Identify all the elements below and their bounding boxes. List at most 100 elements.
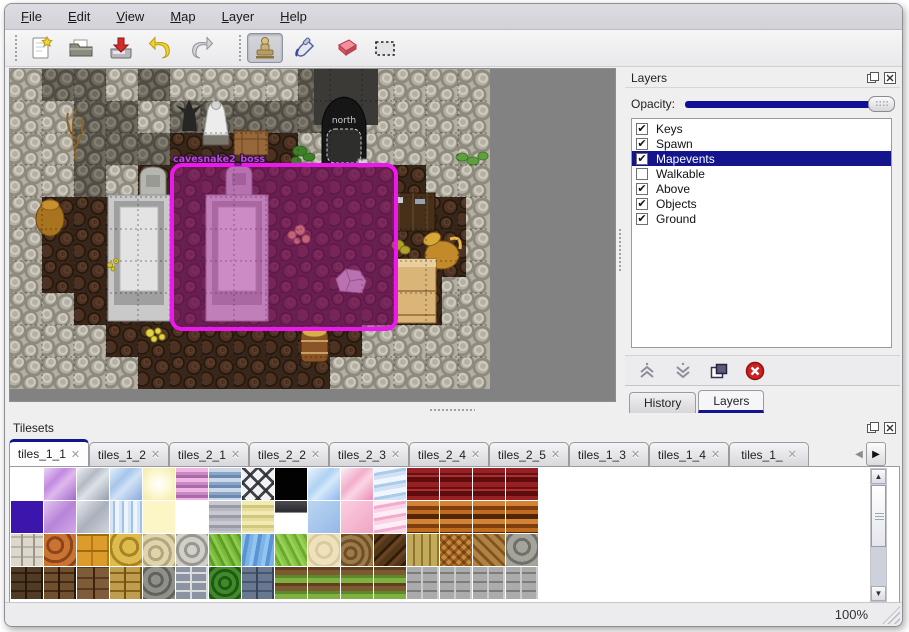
tab-close-icon[interactable]: ✕ — [631, 448, 640, 461]
palette-tile-60[interactable] — [407, 567, 439, 599]
tab-close-icon[interactable]: ✕ — [471, 448, 480, 461]
palette-tile-34[interactable] — [77, 534, 109, 566]
palette-tile-32[interactable] — [11, 534, 43, 566]
tab-close-icon[interactable]: ✕ — [711, 448, 720, 461]
scroll-down-button[interactable]: ▼ — [871, 586, 886, 601]
opacity-slider-track[interactable] — [685, 101, 892, 108]
tileset-tab-tiles_1_2[interactable]: tiles_1_2✕ — [89, 442, 169, 466]
layer-row-ground[interactable]: ✔Ground — [632, 211, 891, 226]
tile-palette[interactable] — [11, 468, 538, 599]
layer-row-above[interactable]: ✔Above — [632, 181, 891, 196]
new-button[interactable] — [23, 33, 59, 63]
palette-tile-23[interactable] — [242, 501, 274, 533]
tileset-tab-tiles_2_2[interactable]: tiles_2_2✕ — [249, 442, 329, 466]
palette-tile-59[interactable] — [374, 567, 406, 599]
palette-tile-13[interactable] — [440, 468, 472, 500]
palette-tile-45[interactable] — [440, 534, 472, 566]
palette-tile-2[interactable] — [77, 468, 109, 500]
palette-tile-40[interactable] — [275, 534, 307, 566]
tileset-tab-tiles_1_3[interactable]: tiles_1_3✕ — [569, 442, 649, 466]
float-panel-icon[interactable] — [866, 71, 879, 84]
palette-tile-6[interactable] — [209, 468, 241, 500]
tab-close-icon[interactable]: ✕ — [551, 448, 560, 461]
vertical-splitter[interactable] — [617, 68, 625, 402]
palette-tile-41[interactable] — [308, 534, 340, 566]
palette-tile-27[interactable] — [374, 501, 406, 533]
palette-tile-46[interactable] — [473, 534, 505, 566]
layer-delete-button[interactable] — [743, 359, 767, 383]
toolbar-drag-handle-2[interactable] — [237, 35, 243, 61]
tab-close-icon[interactable]: ✕ — [151, 448, 160, 461]
menu-help[interactable]: Help — [280, 9, 307, 24]
palette-tile-48[interactable] — [11, 567, 43, 599]
palette-tile-53[interactable] — [176, 567, 208, 599]
palette-tile-38[interactable] — [209, 534, 241, 566]
palette-tile-43[interactable] — [374, 534, 406, 566]
tab-close-icon[interactable]: ✕ — [231, 448, 240, 461]
tileset-tab-tiles_1_1[interactable]: tiles_1_1✕ — [9, 439, 89, 466]
horizontal-splitter-grip[interactable] — [429, 408, 475, 413]
palette-tile-3[interactable] — [110, 468, 142, 500]
palette-tile-56[interactable] — [275, 567, 307, 599]
tileset-tab-tiles_2_1[interactable]: tiles_2_1✕ — [169, 442, 249, 466]
palette-tile-16[interactable] — [11, 501, 43, 533]
tab-close-icon[interactable]: ✕ — [311, 448, 320, 461]
palette-tile-29[interactable] — [440, 501, 472, 533]
palette-tile-39[interactable] — [242, 534, 274, 566]
menu-file[interactable]: File — [21, 9, 42, 24]
palette-tile-11[interactable] — [374, 468, 406, 500]
stamp-button[interactable] — [247, 33, 283, 63]
palette-tile-14[interactable] — [473, 468, 505, 500]
palette-tile-30[interactable] — [473, 501, 505, 533]
palette-tile-24[interactable] — [275, 501, 307, 533]
select-button[interactable] — [367, 33, 403, 63]
close-panel-icon[interactable] — [883, 71, 896, 84]
tab-close-icon[interactable]: ✕ — [788, 448, 797, 461]
palette-tile-15[interactable] — [506, 468, 538, 500]
tab-scroll-left-button[interactable]: ◀ — [852, 443, 866, 465]
palette-tile-52[interactable] — [143, 567, 175, 599]
redo-button[interactable] — [183, 33, 219, 63]
palette-tile-10[interactable] — [341, 468, 373, 500]
palette-tile-35[interactable] — [110, 534, 142, 566]
layer-checkbox-above[interactable]: ✔ — [636, 183, 648, 195]
tileset-tab-tiles_1_4[interactable]: tiles_1_4✕ — [649, 442, 729, 466]
opacity-slider[interactable] — [683, 96, 894, 112]
layer-checkbox-objects[interactable]: ✔ — [636, 198, 648, 210]
palette-tile-44[interactable] — [407, 534, 439, 566]
palette-tile-36[interactable] — [143, 534, 175, 566]
tileset-tab-tiles_2_5[interactable]: tiles_2_5✕ — [489, 442, 569, 466]
tab-layers[interactable]: Layers — [698, 390, 764, 413]
palette-tile-54[interactable] — [209, 567, 241, 599]
menu-view[interactable]: View — [116, 9, 144, 24]
palette-tile-51[interactable] — [110, 567, 142, 599]
palette-tile-47[interactable] — [506, 534, 538, 566]
layer-duplicate-button[interactable] — [707, 359, 731, 383]
layer-checkbox-walkable[interactable] — [636, 168, 648, 180]
tab-close-icon[interactable]: ✕ — [391, 448, 400, 461]
layer-checkbox-mapevents[interactable]: ✔ — [636, 153, 648, 165]
palette-tile-63[interactable] — [506, 567, 538, 599]
selection-rect[interactable] — [172, 165, 396, 329]
palette-tile-37[interactable] — [176, 534, 208, 566]
tileset-tab-tiles_2_3[interactable]: tiles_2_3✕ — [329, 442, 409, 466]
palette-tile-28[interactable] — [407, 501, 439, 533]
map-canvas[interactable]: north — [10, 69, 490, 389]
palette-tile-4[interactable] — [143, 468, 175, 500]
palette-tile-55[interactable] — [242, 567, 274, 599]
palette-tile-50[interactable] — [77, 567, 109, 599]
menu-layer[interactable]: Layer — [222, 9, 255, 24]
tab-history[interactable]: History — [629, 392, 696, 413]
undo-button[interactable] — [143, 33, 179, 63]
layer-checkbox-ground[interactable]: ✔ — [636, 213, 648, 225]
palette-tile-22[interactable] — [209, 501, 241, 533]
palette-tile-0[interactable] — [11, 468, 43, 500]
tileset-tab-tiles_1_[interactable]: tiles_1_✕ — [729, 442, 809, 466]
palette-tile-12[interactable] — [407, 468, 439, 500]
palette-tile-8[interactable] — [275, 468, 307, 500]
layer-checkbox-keys[interactable]: ✔ — [636, 123, 648, 135]
palette-tile-1[interactable] — [44, 468, 76, 500]
palette-tile-61[interactable] — [440, 567, 472, 599]
layer-row-keys[interactable]: ✔Keys — [632, 121, 891, 136]
palette-tile-17[interactable] — [44, 501, 76, 533]
